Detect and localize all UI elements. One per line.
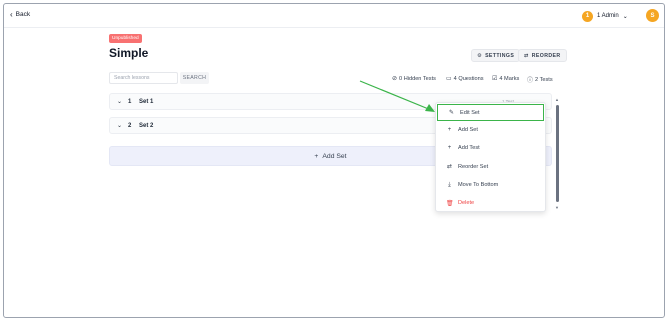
stat-tests: ⓘ 2 Tests [527,75,553,85]
reorder-label: REORDER [531,52,561,59]
stat-marks: ☑ 4 Marks [492,75,520,83]
scroll-up-icon[interactable]: ▲ [555,97,559,102]
set-number: 1 [128,98,132,105]
menu-item-label: Delete [458,200,475,207]
menu-item-reorder-set[interactable]: ⇄ Reorder Set [436,158,545,176]
admin-label: 1 Admin [597,13,619,19]
reorder-button[interactable]: ⇄ REORDER [518,49,567,62]
set-number: 2 [128,122,132,129]
stat-questions: ▭ 4 Questions [446,75,484,83]
back-label: Back [15,11,31,18]
admin-switcher[interactable]: 1 1 Admin ⌄ [582,8,628,24]
plus-icon: + [447,127,452,134]
plus-icon: + [314,152,319,160]
stat-hidden-tests: ⊘ 0 Hidden Tests [392,75,436,83]
menu-item-add-test[interactable]: + Add Test [436,139,545,157]
set-name: Set 1 [139,98,154,105]
hidden-tests-label: 0 Hidden Tests [399,75,436,82]
plus-icon: + [447,145,452,152]
marks-label: 4 Marks [499,75,520,82]
set-name: Set 2 [139,122,154,129]
back-link[interactable]: ‹ Back [10,9,31,19]
menu-item-move-to-bottom[interactable]: ⤓ Move To Bottom [436,176,545,194]
menu-item-label: Edit Set [460,109,480,116]
avatar[interactable]: S [646,9,659,22]
menu-item-edit-set[interactable]: ✎ Edit Set [437,104,544,121]
settings-label: SETTINGS [485,52,515,59]
top-bar: ‹ Back 1 1 Admin ⌄ S [4,4,664,28]
status-badge: Unpublished [109,34,142,43]
questions-label: 4 Questions [453,75,484,82]
book-icon: ▭ [446,76,452,82]
search-button[interactable]: SEARCH [180,72,209,84]
reorder-icon: ⇄ [524,52,529,59]
menu-item-label: Move To Bottom [458,182,499,189]
settings-button[interactable]: ⚙ SETTINGS [471,49,521,62]
menu-item-label: Add Test [458,145,480,152]
tests-label: 2 Tests [535,76,553,83]
menu-item-delete[interactable]: 🗑 Delete [436,194,545,211]
app-window: ‹ Back 1 1 Admin ⌄ S Unpublished Simple … [3,3,665,318]
arrow-down-icon: ⤓ [448,181,451,188]
reorder-icon: ⇄ [446,164,453,171]
menu-scrollbar[interactable]: ▲ ▼ [555,97,559,211]
trash-icon: 🗑 [446,200,454,207]
admin-badge: 1 [582,10,593,22]
gear-icon: ⚙ [477,52,483,59]
set-context-menu: ✎ Edit Set + Add Set + Add Test ⇄ Reorde… [435,102,546,212]
help-circle-icon: ⓘ [527,78,534,84]
chevron-left-icon: ‹ [10,9,13,19]
eye-off-icon: ⊘ [392,76,398,82]
pencil-icon: ✎ [448,110,455,116]
menu-item-add-set[interactable]: + Add Set [436,121,545,139]
add-set-label: Add Set [322,152,347,160]
menu-item-label: Add Set [458,127,478,134]
chevron-down-icon: ⌄ [117,99,123,105]
menu-item-label: Reorder Set [458,163,489,170]
chevron-down-icon: ⌄ [622,13,628,20]
scroll-down-icon[interactable]: ▼ [555,205,559,210]
chevron-down-icon: ⌄ [117,123,123,129]
search-input[interactable] [109,72,178,84]
scroll-thumb[interactable] [555,105,559,202]
checkbox-icon: ☑ [492,76,498,82]
page-title: Simple [109,46,149,60]
